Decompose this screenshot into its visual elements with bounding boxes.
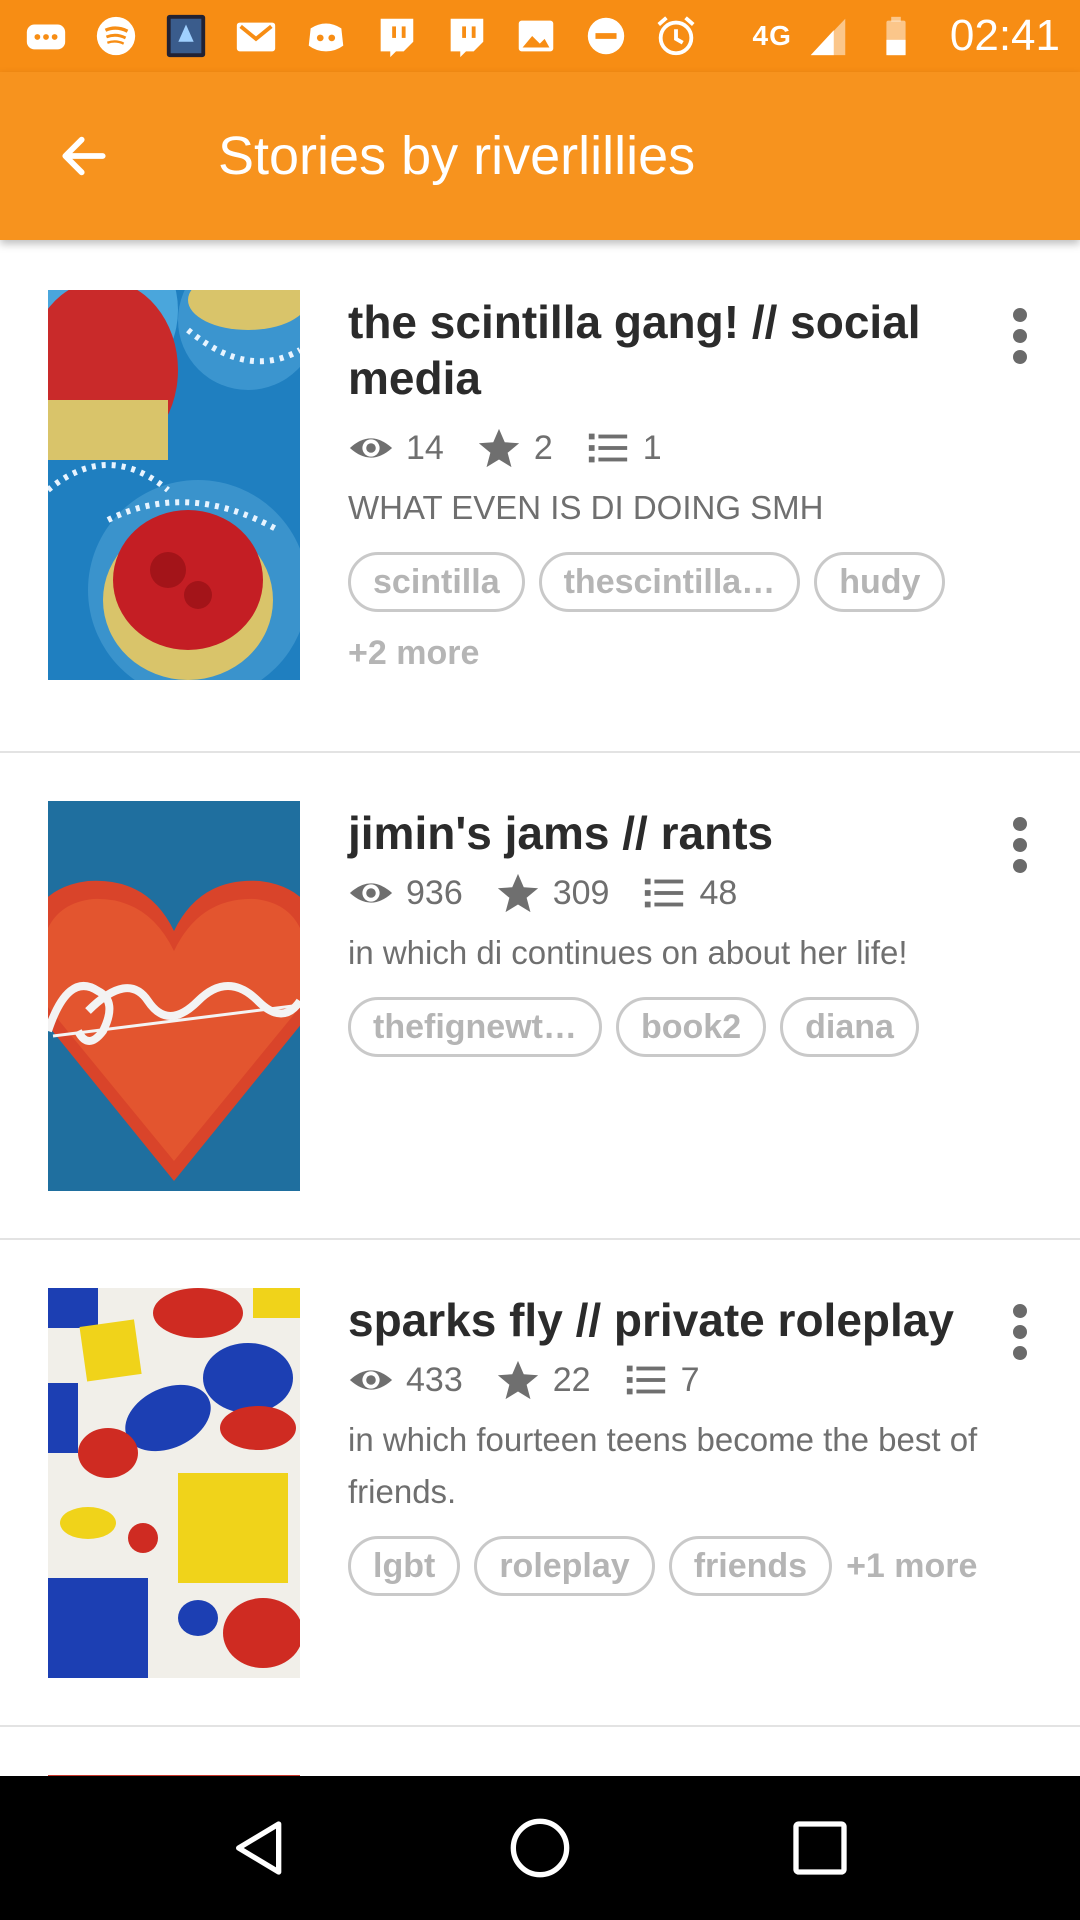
reads-count: 433 (406, 1360, 463, 1399)
tag-list: scintilla thescintilla… hudy (348, 552, 1008, 612)
reads-count: 14 (406, 428, 444, 467)
story-list: the scintilla gang! // social media 14 2… (0, 240, 1080, 1776)
reads-stat: 433 (348, 1357, 463, 1403)
back-triangle-icon (236, 1821, 282, 1875)
eye-icon (349, 883, 393, 903)
star-icon (497, 873, 538, 913)
status-bar: 4G 02:41 (0, 0, 1080, 72)
story-stats: 433 22 7 (348, 1356, 1008, 1404)
tag-chip[interactable]: diana (780, 997, 919, 1057)
more-notifications-icon (20, 10, 72, 62)
reads-stat: 936 (348, 870, 463, 916)
story-item[interactable]: jimin's jams // rants 936 309 48 in whic… (0, 753, 1080, 1240)
home-circle-icon (510, 1818, 570, 1878)
votes-stat: 22 (495, 1357, 591, 1403)
do-not-disturb-icon (580, 10, 632, 62)
signal-icon (802, 10, 854, 62)
arrow-back-icon (62, 136, 106, 176)
story-cover-image[interactable] (48, 1288, 300, 1678)
twitch-icon (440, 10, 492, 62)
network-type-label: 4G (752, 20, 792, 51)
votes-stat: 309 (495, 870, 610, 916)
story-title[interactable]: sparks fly // private roleplay (348, 1292, 1008, 1348)
parts-count: 7 (680, 1360, 700, 1399)
alarm-icon (650, 10, 702, 62)
nav-home-button[interactable] (480, 1788, 600, 1908)
votes-count: 22 (552, 1360, 591, 1399)
app-bar: Stories by riverlillies (0, 72, 1080, 240)
list-icon (588, 433, 627, 463)
reads-stat: 14 (348, 425, 444, 471)
story-description: in which di continues on about her life! (348, 934, 908, 971)
parts-stat: 1 (585, 425, 662, 471)
list-icon (645, 878, 684, 908)
image-icon (510, 10, 562, 62)
more-tags-link[interactable]: +2 more (348, 634, 1008, 673)
more-vertical-icon (1013, 817, 1027, 873)
story-overflow-button[interactable] (996, 809, 1044, 881)
more-vertical-icon (1013, 1304, 1027, 1360)
battery-icon (870, 10, 922, 62)
tag-chip[interactable]: scintilla (348, 552, 525, 612)
nav-back-button[interactable] (200, 1788, 320, 1908)
parts-count: 1 (642, 428, 662, 467)
back-button[interactable] (36, 108, 132, 204)
story-overflow-button[interactable] (996, 300, 1044, 372)
twitch-icon (370, 10, 422, 62)
parts-stat: 7 (623, 1357, 700, 1403)
tag-list: lgbt roleplay friends +1 more (348, 1536, 1008, 1596)
system-nav-bar (0, 1776, 1080, 1920)
story-title[interactable]: jimin's jams // rants (348, 805, 1008, 861)
tag-chip[interactable]: friends (668, 1536, 833, 1596)
star-icon (478, 428, 519, 468)
list-icon (626, 1365, 665, 1395)
reads-count: 936 (406, 873, 463, 912)
tag-chip[interactable]: book2 (615, 997, 767, 1057)
more-vertical-icon (1013, 308, 1027, 364)
parts-count: 48 (699, 873, 738, 912)
tag-chip[interactable]: thescintilla… (538, 552, 801, 612)
story-title[interactable]: the scintilla gang! // social media (348, 294, 1008, 406)
story-cover-image[interactable] (48, 290, 300, 680)
app-icon (160, 10, 212, 62)
parts-stat: 48 (641, 870, 737, 916)
tag-chip[interactable]: lgbt (348, 1536, 461, 1596)
story-item[interactable] (0, 1727, 1080, 1776)
story-cover-image[interactable] (48, 801, 300, 1191)
tag-chip[interactable]: thefignewt… (348, 997, 602, 1057)
spotify-icon (90, 10, 142, 62)
page-title: Stories by riverlillies (218, 126, 696, 186)
gmail-icon (230, 10, 282, 62)
votes-stat: 2 (476, 425, 553, 471)
tag-list: thefignewt… book2 diana (348, 997, 1008, 1057)
star-icon (497, 1360, 538, 1400)
tag-chip[interactable]: hudy (814, 552, 946, 612)
more-tags-link[interactable]: +1 more (846, 1547, 977, 1586)
votes-count: 309 (552, 873, 610, 912)
eye-icon (349, 1370, 393, 1390)
story-item[interactable]: sparks fly // private roleplay 433 22 7 … (0, 1240, 1080, 1727)
clock: 02:41 (949, 11, 1060, 60)
discord-icon (300, 10, 352, 62)
story-overflow-button[interactable] (996, 1296, 1044, 1368)
story-description: WHAT EVEN IS DI DOING SMH (348, 489, 824, 526)
story-description: in which fourteen teens become the best … (348, 1421, 978, 1510)
tag-chip[interactable]: roleplay (474, 1536, 655, 1596)
story-item[interactable]: the scintilla gang! // social media 14 2… (0, 240, 1080, 753)
story-stats: 936 309 48 (348, 869, 1008, 917)
recents-square-icon (793, 1821, 847, 1875)
eye-icon (349, 438, 393, 458)
nav-recents-button[interactable] (760, 1788, 880, 1908)
votes-count: 2 (533, 428, 553, 467)
story-stats: 14 2 1 (348, 424, 1008, 472)
